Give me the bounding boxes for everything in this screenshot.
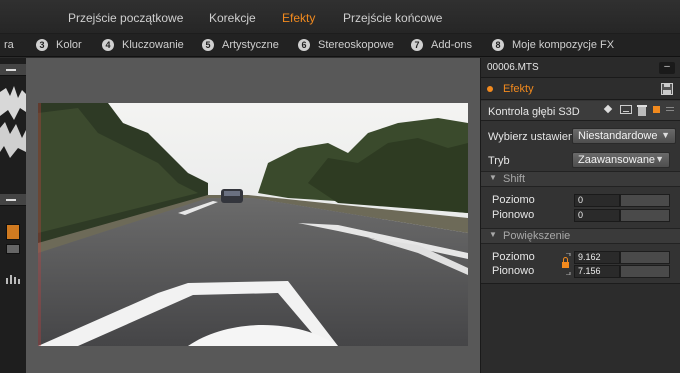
- zoom-section-header[interactable]: ▼ Powiększenie: [481, 228, 680, 244]
- chevron-down-icon: ▼: [661, 130, 670, 140]
- expand-triangle-icon: ▼: [489, 173, 497, 182]
- audio-meter-icon: [6, 274, 20, 284]
- effect-name: Kontrola głębi S3D: [488, 106, 580, 118]
- category-label: Kolor: [56, 39, 82, 51]
- effects-title: Efekty: [503, 83, 534, 95]
- tab-opening-transition[interactable]: Przejście początkowe: [68, 11, 183, 25]
- category-item-partial[interactable]: ra: [4, 39, 14, 51]
- category-label: Artystyczne: [222, 39, 279, 51]
- mode-value: Zaawansowane: [578, 154, 656, 166]
- shift-vertical-label: Pionowo: [492, 209, 535, 221]
- category-label: ra: [4, 39, 14, 51]
- collapse-icon[interactable]: [0, 194, 26, 206]
- zoom-horizontal-input[interactable]: 9.162: [574, 251, 620, 264]
- shift-horizontal-input[interactable]: 0: [574, 194, 620, 207]
- control-icon[interactable]: [6, 244, 20, 254]
- keyframe-diamond-icon[interactable]: [603, 104, 613, 114]
- shift-horizontal-label: Poziomo: [492, 194, 535, 206]
- zoom-horizontal-label: Poziomo: [492, 251, 535, 263]
- category-item-addons[interactable]: 7 Add-ons: [411, 39, 472, 51]
- chevron-down-icon: ▼: [655, 154, 664, 164]
- road-scene-image: [38, 103, 468, 346]
- preset-label: Wybierz ustawien: [488, 131, 575, 143]
- number-badge-icon: 5: [202, 39, 214, 51]
- category-item-stereoscopic[interactable]: 6 Stereoskopowe: [298, 39, 394, 51]
- shift-title: Shift: [503, 173, 526, 185]
- trash-icon[interactable]: [637, 104, 647, 116]
- collapse-panel-button[interactable]: –: [659, 62, 675, 74]
- mode-label: Tryb: [488, 155, 510, 167]
- active-dot-icon: [487, 86, 493, 92]
- collapse-icon[interactable]: [0, 64, 26, 76]
- number-badge-icon: 7: [411, 39, 423, 51]
- save-icon[interactable]: [661, 83, 673, 95]
- category-item-my-fx[interactable]: 8 Moje kompozycje FX: [492, 39, 614, 51]
- category-item-artistic[interactable]: 5 Artystyczne: [202, 39, 279, 51]
- category-item-keying[interactable]: 4 Kluczowanie: [102, 39, 184, 51]
- top-tab-bar: Przejście początkowe Korekcje Efekty Prz…: [0, 0, 680, 34]
- preset-value: Niestandardowe: [578, 130, 658, 142]
- shift-vertical-input[interactable]: 0: [574, 209, 620, 222]
- color-swatch-icon[interactable]: [6, 224, 20, 240]
- shift-section-header[interactable]: ▼ Shift: [481, 171, 680, 187]
- category-label: Stereoskopowe: [318, 39, 394, 51]
- category-label: Moje kompozycje FX: [512, 39, 615, 51]
- enable-toggle-icon[interactable]: [653, 106, 660, 113]
- zoom-vertical-label: Pionowo: [492, 265, 535, 277]
- panel-empty-area: [481, 283, 680, 373]
- drag-handle-icon[interactable]: [666, 107, 674, 108]
- left-panel-partial: [0, 58, 26, 373]
- link-lock-icon[interactable]: [561, 253, 571, 275]
- category-item-color[interactable]: 3 Kolor: [36, 39, 82, 51]
- mode-dropdown[interactable]: Zaawansowane ▼: [572, 152, 670, 168]
- screen-icon[interactable]: [620, 105, 632, 115]
- tab-effects[interactable]: Efekty: [282, 11, 315, 25]
- shift-vertical-slider[interactable]: [620, 209, 670, 222]
- zoom-vertical-slider[interactable]: [620, 265, 670, 278]
- tab-corrections[interactable]: Korekcje: [209, 11, 256, 25]
- zoom-title: Powiększenie: [503, 230, 571, 242]
- clip-filename: 00006.MTS: [487, 62, 539, 73]
- number-badge-icon: 3: [36, 39, 48, 51]
- shift-horizontal-slider[interactable]: [620, 194, 670, 207]
- zoom-vertical-input[interactable]: 7.156: [574, 265, 620, 278]
- waveform-icon: [0, 86, 26, 158]
- tab-closing-transition[interactable]: Przejście końcowe: [343, 11, 442, 25]
- preset-dropdown[interactable]: Niestandardowe ▼: [572, 128, 676, 144]
- effect-category-bar: ra 3 Kolor 4 Kluczowanie 5 Artystyczne 6…: [0, 34, 680, 57]
- number-badge-icon: 6: [298, 39, 310, 51]
- video-preview[interactable]: [38, 103, 468, 346]
- effect-settings-panel: 00006.MTS – Efekty Kontrola głębi S3D Wy…: [480, 58, 680, 373]
- category-label: Kluczowanie: [122, 39, 184, 51]
- number-badge-icon: 8: [492, 39, 504, 51]
- number-badge-icon: 4: [102, 39, 114, 51]
- expand-triangle-icon: ▼: [489, 230, 497, 239]
- category-label: Add-ons: [431, 39, 472, 51]
- zoom-horizontal-slider[interactable]: [620, 251, 670, 264]
